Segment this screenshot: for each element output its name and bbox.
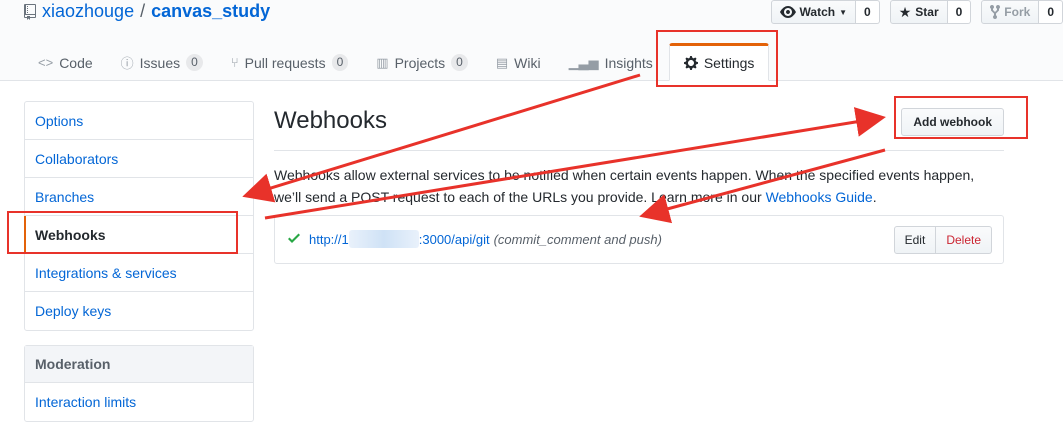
fork-count[interactable]: 0 — [1039, 0, 1063, 24]
chevron-down-icon: ▼ — [839, 7, 848, 17]
settings-sidebar: Options Collaborators Branches Webhooks … — [24, 101, 254, 331]
tab-issues[interactable]: ⓘ Issues 0 — [107, 44, 217, 81]
webhook-actions: Edit Delete — [893, 226, 992, 254]
page-title: Webhooks — [274, 107, 387, 134]
sidebar-item-webhooks[interactable]: Webhooks — [24, 216, 253, 254]
tab-label: Code — [59, 54, 93, 71]
repo-title: xiaozhouge / canvas_study — [24, 1, 270, 22]
watch-button[interactable]: Watch ▼ — [770, 0, 857, 24]
webhook-list-item: http://1 :3000/api/git (commit_comment a… — [274, 215, 1004, 264]
sidebar-item-collaborators[interactable]: Collaborators — [25, 140, 253, 178]
project-icon: ▥ — [376, 54, 389, 70]
add-webhook-button[interactable]: Add webhook — [901, 108, 1004, 136]
tab-label: Projects — [394, 54, 446, 71]
header-divider — [274, 150, 1004, 151]
tab-label: Wiki — [514, 54, 541, 71]
repo-actions: Watch ▼ 0 ★ Star 0 Fork 0 — [770, 0, 1063, 24]
sidebar-item-options[interactable]: Options — [25, 102, 253, 140]
eye-icon — [779, 6, 796, 18]
book-icon: ▤ — [495, 54, 509, 70]
sidebar-item-branches[interactable]: Branches — [25, 178, 253, 216]
webhook-url-suffix: :3000/api/git — [418, 232, 490, 247]
gear-icon — [683, 56, 698, 70]
star-icon: ★ — [898, 3, 912, 20]
tab-wiki[interactable]: ▤ Wiki — [482, 44, 555, 81]
star-button[interactable]: ★ Star — [889, 0, 948, 24]
repo-header: xiaozhouge / canvas_study Watch ▼ 0 ★ St… — [0, 0, 1063, 81]
check-icon — [288, 233, 300, 243]
delete-webhook-button[interactable]: Delete — [936, 226, 992, 254]
repo-icon — [24, 3, 36, 20]
watch-label: Watch — [799, 5, 836, 19]
webhook-url[interactable]: http://1 :3000/api/git (commit_comment a… — [309, 230, 662, 248]
description-end: . — [872, 189, 877, 205]
watch-group: Watch ▼ 0 — [770, 0, 880, 24]
issue-icon: ⓘ — [120, 56, 134, 71]
tab-settings[interactable]: Settings — [668, 43, 770, 81]
tab-pull-requests[interactable]: ⑂ Pull requests 0 — [217, 44, 362, 81]
graph-icon: ▁▃▅ — [568, 54, 599, 70]
sidebar-item-deploy-keys[interactable]: Deploy keys — [25, 292, 253, 330]
moderation-heading: Moderation — [25, 346, 253, 383]
tab-counter: 0 — [451, 54, 468, 71]
tab-label: Pull requests — [244, 54, 326, 71]
repo-nav-tabs: <> Code ⓘ Issues 0 ⑂ Pull requests 0 ▥ P… — [24, 43, 770, 81]
sidebar-item-interaction-limits[interactable]: Interaction limits — [25, 383, 253, 421]
tab-counter: 0 — [186, 54, 203, 71]
star-count[interactable]: 0 — [947, 0, 972, 24]
tab-label: Insights — [604, 54, 653, 71]
fork-group: Fork 0 — [981, 0, 1063, 24]
tab-code[interactable]: <> Code — [24, 44, 107, 81]
star-label: Star — [915, 5, 939, 19]
repo-owner-link[interactable]: xiaozhouge — [42, 1, 134, 22]
tab-projects[interactable]: ▥ Projects 0 — [362, 44, 482, 81]
tab-counter: 0 — [331, 54, 349, 71]
fork-label: Fork — [1004, 5, 1031, 19]
tab-insights[interactable]: ▁▃▅ Insights — [555, 44, 667, 81]
webhooks-guide-link[interactable]: Webhooks Guide — [766, 189, 873, 205]
webhook-url-prefix: http://1 — [309, 232, 349, 247]
tab-label: Issues — [139, 54, 181, 71]
star-group: ★ Star 0 — [889, 0, 972, 24]
edit-webhook-button[interactable]: Edit — [893, 226, 937, 254]
moderation-sidebar: Moderation Interaction limits — [24, 345, 254, 422]
fork-icon — [990, 4, 1001, 20]
watch-count[interactable]: 0 — [856, 0, 880, 24]
tab-label: Settings — [703, 55, 755, 71]
pull-request-icon: ⑂ — [230, 55, 239, 70]
webhook-events: (commit_comment and push) — [493, 232, 662, 247]
code-icon: <> — [38, 55, 54, 70]
repo-name-link[interactable]: canvas_study — [151, 1, 270, 22]
fork-button[interactable]: Fork — [981, 0, 1040, 24]
webhooks-description: Webhooks allow external services to be n… — [274, 164, 1004, 208]
repo-separator: / — [140, 1, 146, 21]
sidebar-item-integrations[interactable]: Integrations & services — [25, 254, 253, 292]
redacted-blur — [348, 230, 419, 248]
